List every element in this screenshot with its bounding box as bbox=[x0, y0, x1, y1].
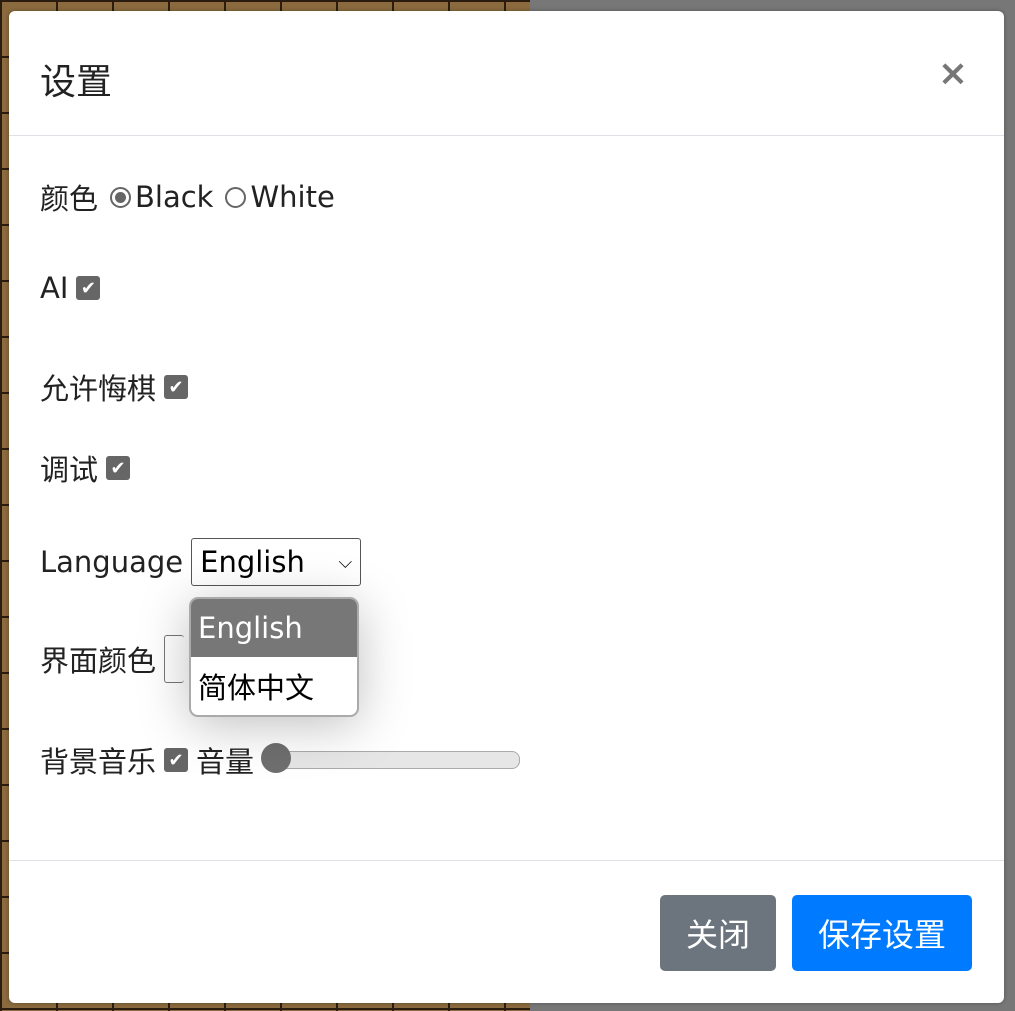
language-row: Language English ⌵ bbox=[40, 538, 362, 586]
debug-checkbox[interactable]: ✔ bbox=[106, 456, 131, 480]
radio-black-label: Black bbox=[135, 180, 214, 214]
language-option-english[interactable]: English bbox=[191, 599, 357, 657]
close-icon[interactable]: × bbox=[938, 53, 968, 94]
modal-title: 设置 bbox=[40, 62, 113, 103]
radio-black[interactable] bbox=[110, 186, 132, 208]
ai-label: AI bbox=[40, 271, 69, 305]
color-label: 颜色 bbox=[40, 182, 99, 216]
chevron-down-icon: ⌵ bbox=[338, 551, 353, 573]
language-option-chinese[interactable]: 简体中文 bbox=[191, 657, 357, 715]
radio-white[interactable] bbox=[225, 186, 247, 208]
ai-checkbox[interactable]: ✔ bbox=[76, 276, 101, 300]
undo-row: 允许悔棋 ✔ bbox=[40, 366, 189, 408]
debug-label: 调试 bbox=[40, 453, 99, 487]
settings-modal: 设置 × 颜色 Black White AI ✔ 允许悔棋 ✔ 调试 ✔ Lan… bbox=[9, 11, 1004, 1003]
language-select-value: English bbox=[200, 545, 305, 579]
undo-label: 允许悔棋 bbox=[40, 372, 157, 406]
ui-color-label: 界面颜色 bbox=[40, 644, 157, 678]
undo-checkbox[interactable]: ✔ bbox=[164, 375, 189, 399]
ui-color-row: 界面颜色 bbox=[40, 635, 185, 683]
ai-row: AI ✔ bbox=[40, 271, 101, 305]
music-row: 背景音乐 ✔ 音量 bbox=[40, 739, 521, 781]
save-settings-button[interactable]: 保存设置 bbox=[792, 895, 972, 971]
ui-color-select[interactable] bbox=[164, 635, 185, 683]
music-checkbox[interactable]: ✔ bbox=[164, 748, 189, 772]
volume-slider-thumb[interactable] bbox=[261, 743, 292, 773]
radio-white-label: White bbox=[250, 180, 335, 214]
language-select[interactable]: English ⌵ bbox=[191, 538, 362, 586]
volume-label: 音量 bbox=[196, 745, 255, 779]
modal-footer: 关闭 保存设置 bbox=[9, 860, 1004, 1004]
modal-header: 设置 × bbox=[9, 11, 1004, 136]
language-label: Language bbox=[40, 545, 184, 579]
language-dropdown: English 简体中文 bbox=[189, 597, 359, 717]
debug-row: 调试 ✔ bbox=[40, 447, 131, 489]
music-label: 背景音乐 bbox=[40, 745, 157, 779]
volume-slider[interactable] bbox=[261, 743, 521, 773]
color-row: 颜色 Black White bbox=[40, 176, 335, 218]
close-button[interactable]: 关闭 bbox=[660, 895, 776, 971]
